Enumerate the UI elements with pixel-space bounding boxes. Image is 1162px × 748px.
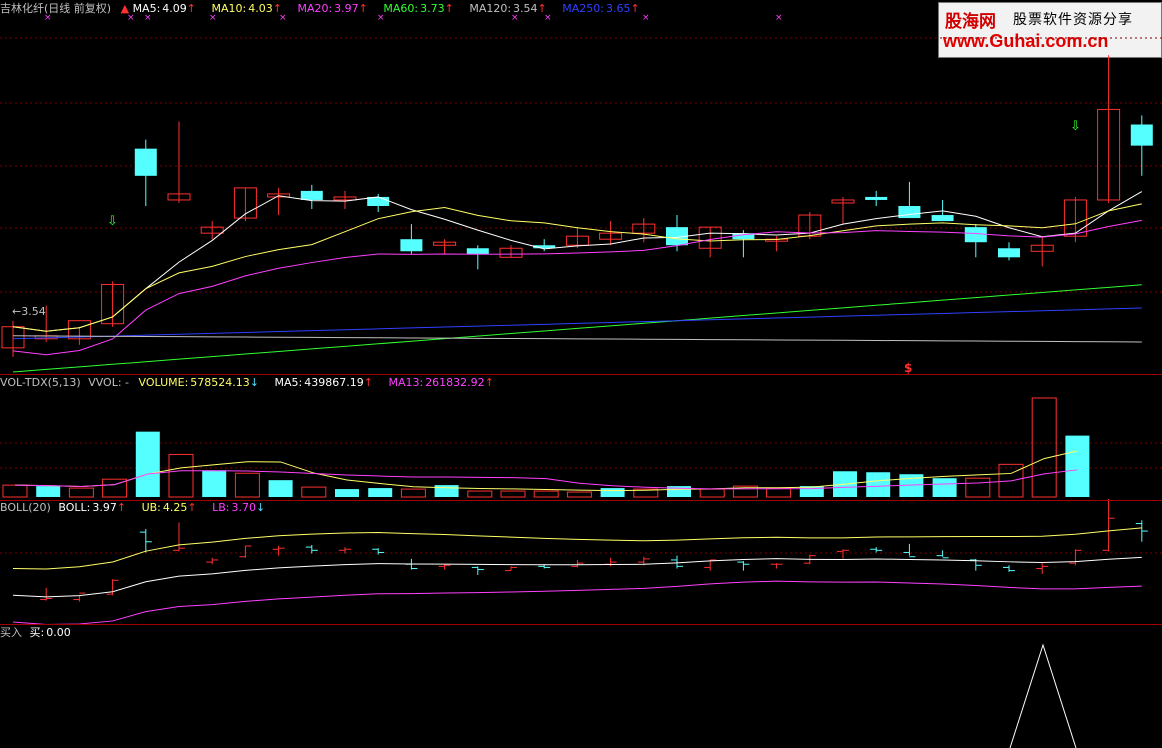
- volume-ma13: MA13: 261832.92↑: [388, 376, 494, 389]
- ex-rights-mark: ×: [127, 13, 135, 23]
- ma120-line: [12, 335, 1142, 343]
- candle-body: [964, 227, 987, 243]
- ex-rights-mark: ×: [544, 13, 552, 23]
- signal-legend: 买入 买: 0.00: [0, 625, 83, 641]
- volume-bar: [68, 487, 94, 498]
- volume-bar: [168, 453, 194, 498]
- ex-rights-mark: ×: [44, 13, 52, 23]
- volume-bar: [434, 485, 459, 497]
- volume-bar: [766, 487, 792, 498]
- signal-buy: 买: 0.00: [29, 626, 71, 639]
- green-down-arrow-icon: ⇩: [107, 214, 118, 229]
- lowest-price-label: ←3.54: [12, 305, 46, 318]
- volume-legend: VOL-TDX(5,13) VVOL: - VOLUME: 578524.13↓ …: [0, 375, 506, 391]
- boll-ub: UB: 4.25↑: [141, 501, 197, 514]
- candle-body: [1130, 124, 1153, 146]
- volume-bar: [36, 486, 61, 497]
- boll-indicator-name[interactable]: BOLL(20): [0, 501, 51, 514]
- volume-bar: [268, 480, 293, 497]
- volume-bar: [500, 490, 526, 498]
- volume-ma5: MA5: 439867.19↑: [274, 376, 373, 389]
- volume-bar: [234, 472, 260, 498]
- volume-bar: [1031, 397, 1057, 498]
- candle-body: [400, 239, 423, 252]
- ex-rights-mark: ×: [144, 13, 152, 23]
- ex-rights-mark: ×: [511, 13, 519, 23]
- volume-bar: [335, 489, 359, 497]
- green-down-arrow-icon: ⇩: [1070, 119, 1081, 134]
- ma60-line: [12, 284, 1142, 373]
- ex-rights-mark: ×: [775, 13, 783, 23]
- boll-lower-line: [12, 580, 1142, 625]
- boll-legend: BOLL(20) BOLL: 3.97↑ UB: 4.25↑ LB: 3.70↓: [0, 500, 277, 516]
- volume-value: VOLUME: 578524.13↓: [138, 376, 260, 389]
- boll-lb: LB: 3.70↓: [212, 501, 266, 514]
- ex-rights-mark: ×: [642, 13, 650, 23]
- buy-signal-spike: [1009, 643, 1077, 748]
- candle-body: [865, 196, 888, 200]
- volume-bar: [699, 488, 725, 498]
- candle-body: [466, 248, 489, 255]
- boll-mid: BOLL: 3.97↑: [58, 501, 127, 514]
- volume-bar: [301, 486, 327, 498]
- volume-bar: [1065, 435, 1090, 497]
- pane-divider: [0, 624, 1162, 625]
- candle-body: [898, 206, 921, 219]
- ma250-line: [12, 307, 1142, 340]
- dollar-signal-icon: $: [904, 361, 913, 375]
- volume-bar: [866, 472, 891, 497]
- candle-body: [134, 148, 157, 176]
- candle-body: [998, 248, 1020, 258]
- volume-bar: [533, 490, 559, 498]
- volume-bar: [135, 431, 160, 497]
- volume-bar: [566, 491, 592, 498]
- ex-rights-mark: ×: [209, 13, 217, 23]
- volume-bar: [932, 478, 957, 497]
- volume-bar: [2, 484, 28, 498]
- volume-bar: [965, 477, 991, 498]
- signal-indicator-name[interactable]: 买入: [0, 626, 22, 639]
- ex-rights-mark: ×: [279, 13, 287, 23]
- ex-rights-mark: ×: [377, 13, 385, 23]
- volume-bar: [467, 490, 493, 498]
- volume-bar: [400, 488, 426, 498]
- volume-bar: [368, 488, 393, 497]
- candle-body: [300, 190, 323, 200]
- volume-bar: [600, 488, 625, 497]
- candle-body: [931, 215, 954, 222]
- volume-indicator-name[interactable]: VOL-TDX(5,13): [0, 376, 81, 389]
- volume-bar: [202, 470, 227, 497]
- ma5-line: [12, 191, 1143, 332]
